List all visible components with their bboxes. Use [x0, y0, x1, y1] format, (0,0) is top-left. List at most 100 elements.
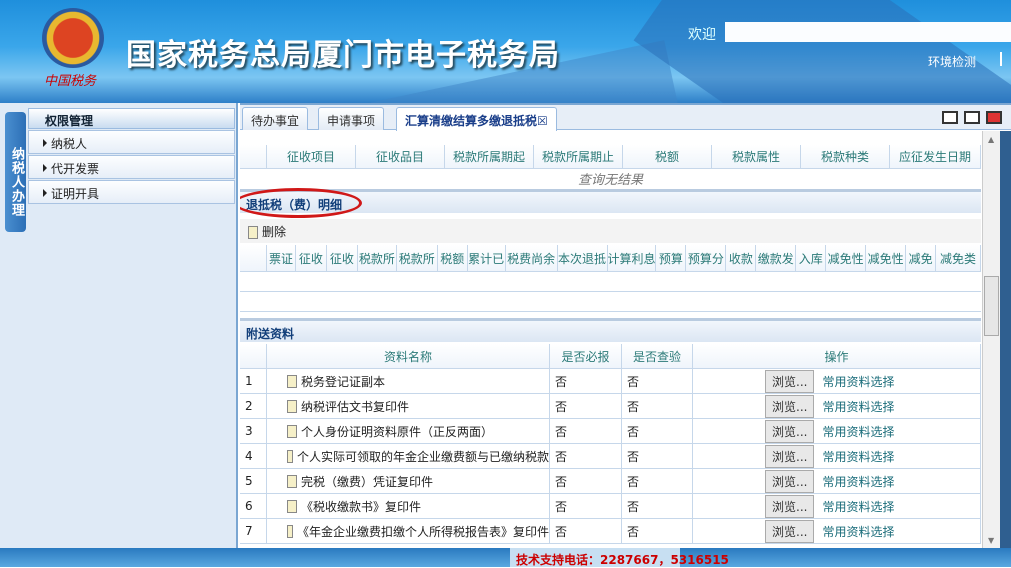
scroll-up-icon[interactable]: ▲ — [988, 135, 994, 144]
refund-section-title: 退抵税（费）明细 — [240, 188, 981, 218]
column-header: 税额 — [437, 245, 468, 272]
common-material-select-link[interactable]: 常用资料选择 — [822, 448, 894, 465]
material-name-cell: 税务登记证副本 — [267, 369, 550, 394]
env-check-link[interactable]: 环境检测 — [928, 53, 976, 70]
column-header: 是否查验 — [622, 344, 693, 369]
material-name-cell: 完税（缴费）凭证复印件 — [267, 469, 550, 494]
action-cell: 浏览... 常用资料选择 — [693, 469, 981, 494]
sidebar-item-certificate[interactable]: 证明开具 — [28, 180, 235, 204]
material-name-cell: 《年金企业缴费扣缴个人所得税报告表》复印件 — [267, 519, 550, 544]
browse-button[interactable]: 浏览... — [765, 369, 815, 393]
tile-icon[interactable] — [964, 111, 980, 124]
vertical-tab-taxpayer[interactable]: 纳税人办理 — [5, 112, 26, 232]
row-number: 2 — [240, 394, 267, 419]
tab-applications[interactable]: 申请事项 — [318, 107, 385, 130]
sidebar-item-invoice[interactable]: 代开发票 — [28, 155, 235, 179]
common-material-select-link[interactable]: 常用资料选择 — [822, 498, 894, 515]
required-cell: 否 — [550, 469, 622, 494]
material-name: 《税收缴款书》复印件 — [301, 499, 422, 514]
common-material-select-link[interactable]: 常用资料选择 — [822, 473, 894, 490]
main-panel: 待办事宜 申请事项 汇算清缴结算多缴退抵税☒ 征收项目 征收品目 税款所属期起 税款所… — [240, 103, 1011, 550]
column-header: 税费尚余 — [505, 245, 558, 272]
required-cell: 否 — [550, 444, 622, 469]
maximize-icon[interactable] — [986, 111, 1002, 124]
scroll-down-icon[interactable]: ▼ — [988, 536, 994, 545]
required-cell: 否 — [550, 419, 622, 444]
browse-button[interactable]: 浏览... — [765, 494, 815, 518]
attachment-row: 7 《年金企业缴费扣缴个人所得税报告表》复印件 否 否 浏览... 常用资料选择 — [240, 519, 981, 544]
tab-refund[interactable]: 汇算清缴结算多缴退抵税☒ — [396, 107, 557, 131]
column-header — [240, 344, 267, 369]
red-highlight-annotation — [240, 188, 362, 218]
delete-doc-icon — [248, 226, 258, 239]
column-header: 减免类 — [936, 245, 981, 272]
panel-title[interactable]: 权限管理 — [28, 108, 235, 129]
column-header: 减免 — [906, 245, 937, 272]
column-header: 税款种类 — [801, 145, 890, 169]
browse-button[interactable]: 浏览... — [765, 419, 815, 443]
document-icon — [287, 399, 297, 413]
sidebar: 纳税人办理 权限管理 纳税人 代开发票 证明开具 — [0, 103, 238, 548]
verified-cell: 否 — [622, 494, 693, 519]
column-header: 征收 — [326, 245, 358, 272]
common-material-select-link[interactable]: 常用资料选择 — [822, 398, 894, 415]
column-header: 是否必报 — [550, 344, 622, 369]
row-number: 4 — [240, 444, 267, 469]
column-header: 征收品目 — [356, 145, 445, 169]
scroll-thumb[interactable] — [984, 276, 999, 336]
masked-user-info — [725, 22, 1011, 42]
tab-todo[interactable]: 待办事宜 — [242, 107, 309, 130]
material-name: 个人实际可领取的年金企业缴费额与已缴纳税款 — [296, 449, 549, 464]
material-name: 税务登记证副本 — [301, 374, 386, 389]
column-header: 票证 — [266, 245, 296, 272]
column-header: 税款所 — [357, 245, 397, 272]
common-material-select-link[interactable]: 常用资料选择 — [822, 423, 894, 440]
refund-table-header: 票证 征收 征收 税款所 税款所 税额 累计已 税费尚余 本次退抵 计算利息 预算 预算分 收款 缴款发入… — [240, 245, 981, 272]
content-area: 征收项目 征收品目 税款所属期起 税款所属期止 税额 税款属性 税款种类 应征发生日期 查询无… — [240, 131, 981, 550]
delete-button[interactable]: 删除 — [248, 225, 286, 239]
emblem-text: 中国税务 — [44, 74, 97, 89]
close-icon[interactable]: ☒ — [537, 114, 548, 128]
site-title: 国家税务总局厦门市电子税务局 — [126, 38, 560, 73]
column-header: 税款所属期起 — [445, 145, 534, 169]
restore-icon[interactable] — [942, 111, 958, 124]
verified-cell: 否 — [622, 519, 693, 544]
verified-cell: 否 — [622, 369, 693, 394]
browse-button[interactable]: 浏览... — [765, 444, 815, 468]
action-cell: 浏览... 常用资料选择 — [693, 419, 981, 444]
sidebar-item-taxpayer[interactable]: 纳税人 — [28, 130, 235, 154]
delete-label: 删除 — [262, 225, 287, 239]
common-material-select-link[interactable]: 常用资料选择 — [822, 523, 894, 540]
attachments-header: 资料名称 是否必报 是否查验 操作 — [240, 344, 981, 369]
toolbar: 删除 — [240, 219, 981, 243]
action-cell: 浏览... 常用资料选择 — [693, 494, 981, 519]
browse-button[interactable]: 浏览... — [765, 519, 815, 543]
column-header: 税款所属期止 — [534, 145, 623, 169]
support-phone: 技术支持电话：2287667，5316515 — [510, 548, 729, 567]
common-material-select-link[interactable]: 常用资料选择 — [822, 373, 894, 390]
document-icon — [287, 374, 297, 388]
column-header: 减免性 — [826, 245, 867, 272]
column-header: 减免性 — [866, 245, 907, 272]
material-name: 《年金企业缴费扣缴个人所得税报告表》复印件 — [296, 524, 549, 539]
no-result-text: 查询无结果 — [577, 173, 643, 188]
sidebar-item-label: 纳税人 — [51, 137, 88, 151]
action-cell: 浏览... 常用资料选择 — [693, 369, 981, 394]
attachments-section-title: 附送资料 — [240, 318, 981, 342]
column-header: 税款所 — [396, 245, 438, 272]
material-name: 纳税评估文书复印件 — [301, 399, 410, 414]
material-name-cell: 《税收缴款书》复印件 — [267, 494, 550, 519]
vertical-scrollbar[interactable]: ▲ ▼ — [982, 131, 1000, 550]
required-cell: 否 — [550, 394, 622, 419]
column-header: 征收项目 — [267, 145, 356, 169]
column-header: 操作 — [693, 344, 981, 369]
material-name: 个人身份证明资料原件（正反两面） — [301, 424, 494, 439]
browse-button[interactable]: 浏览... — [765, 469, 815, 493]
material-name-cell: 个人身份证明资料原件（正反两面） — [267, 419, 550, 444]
row-number: 1 — [240, 369, 267, 394]
browse-button[interactable]: 浏览... — [765, 394, 815, 418]
column-header — [240, 245, 267, 272]
document-icon — [287, 424, 297, 438]
required-cell: 否 — [550, 494, 622, 519]
footer: 技术支持电话：2287667，5316515 — [0, 548, 1011, 567]
